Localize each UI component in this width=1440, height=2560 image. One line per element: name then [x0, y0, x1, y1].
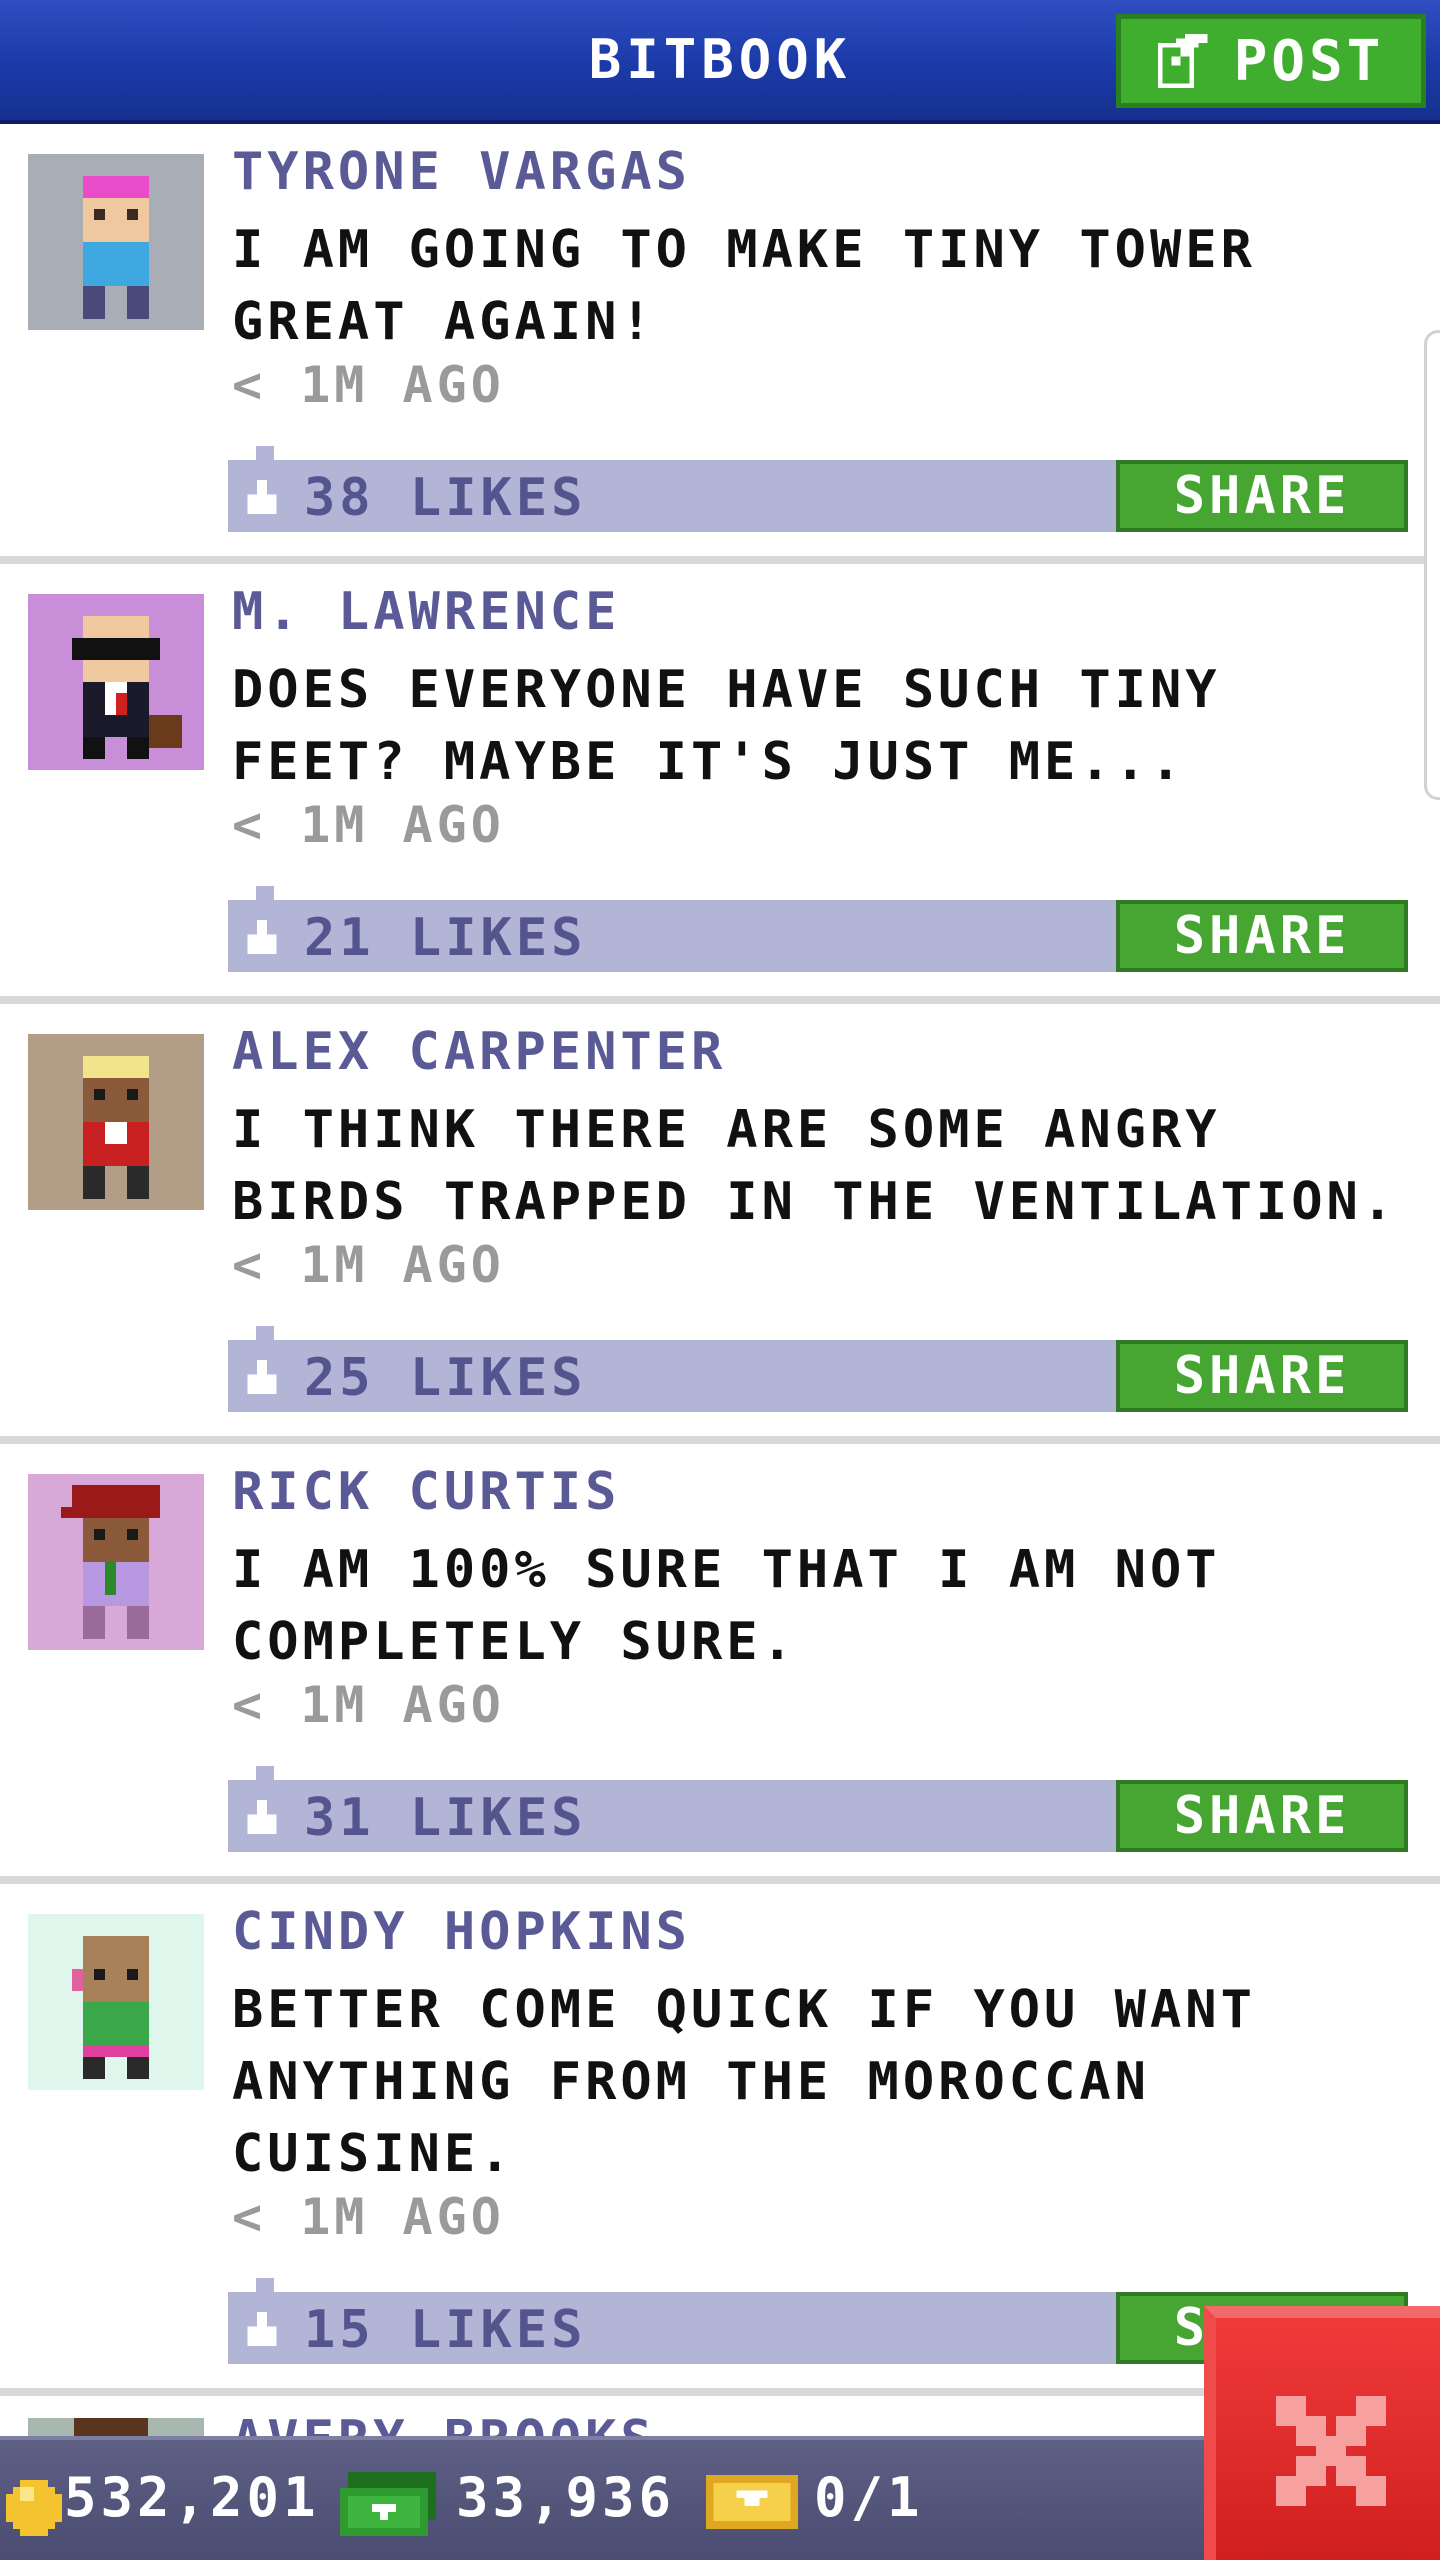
app-header: BITBOOK POST [0, 0, 1440, 124]
scroll-indicator[interactable] [1424, 330, 1440, 800]
post-edit-icon [1157, 34, 1208, 88]
avatar[interactable] [28, 154, 204, 330]
post-button[interactable]: POST [1116, 14, 1426, 108]
likes-count: 38 LIKES [304, 468, 587, 528]
cash-icon[interactable] [340, 2472, 436, 2536]
avatar-lawrence-icon [28, 594, 204, 770]
like-icon[interactable] [242, 480, 282, 514]
post-time: < 1M AGO [232, 356, 505, 414]
post-time: < 1M AGO [232, 1676, 505, 1734]
post-author[interactable]: AVERY BROOKS [232, 2410, 656, 2436]
news-feed[interactable]: TYRONE VARGAS I AM GOING TO MAKE TINY TO… [0, 124, 1440, 2434]
bux-count: 0/1 [814, 2466, 924, 2529]
like-icon[interactable] [242, 1800, 282, 1834]
likes-bar: 31 LIKES SHARE [228, 1766, 1408, 1852]
coin-icon [6, 2480, 62, 2536]
feed-post: M. LAWRENCE DOES EVERYONE HAVE SUCH TINY… [0, 564, 1440, 1004]
likes-bar: 21 LIKES SHARE [228, 886, 1408, 972]
likes-bar: 38 LIKES SHARE [228, 446, 1408, 532]
avatar[interactable] [28, 1474, 204, 1650]
like-icon[interactable] [242, 2312, 282, 2346]
post-time: < 1M AGO [232, 796, 505, 854]
share-button[interactable]: SHARE [1116, 900, 1408, 972]
post-message: DOES EVERYONE HAVE SUCH TINY FEET? MAYBE… [232, 660, 1221, 792]
share-button[interactable]: SHARE [1116, 1340, 1408, 1412]
share-button[interactable]: SHARE [1116, 1780, 1408, 1852]
close-button[interactable] [1204, 2306, 1440, 2560]
post-author[interactable]: TYRONE VARGAS [232, 142, 691, 202]
avatar-alex-icon [28, 1034, 204, 1210]
post-author[interactable]: M. LAWRENCE [232, 582, 620, 642]
share-button[interactable]: SHARE [1116, 460, 1408, 532]
avatar[interactable] [28, 594, 204, 770]
feed-post: ALEX CARPENTER I THINK THERE ARE SOME AN… [0, 1004, 1440, 1444]
post-button-label: POST [1233, 28, 1385, 94]
likes-count: 25 LIKES [304, 1348, 587, 1408]
post-message: BETTER COME QUICK IF YOU WANT ANYTHING F… [232, 1980, 1256, 2184]
avatar[interactable] [28, 2418, 204, 2436]
feed-post: TYRONE VARGAS I AM GOING TO MAKE TINY TO… [0, 124, 1440, 564]
bux-icon[interactable] [706, 2474, 798, 2530]
feed-post: RICK CURTIS I AM 100% SURE THAT I AM NOT… [0, 1444, 1440, 1884]
post-message: I AM 100% SURE THAT I AM NOT COMPLETELY … [232, 1540, 1221, 1672]
avatar[interactable] [28, 1034, 204, 1210]
post-message: I AM GOING TO MAKE TINY TOWER GREAT AGAI… [232, 220, 1256, 352]
avatar[interactable] [28, 1914, 204, 2090]
likes-bar: 25 LIKES SHARE [228, 1326, 1408, 1412]
close-icon [1276, 2396, 1386, 2506]
post-time: < 1M AGO [232, 1236, 505, 1294]
coins-count: 532,201 [64, 2466, 320, 2529]
avatar-tyrone-icon [28, 154, 204, 330]
cash-count: 33,936 [456, 2466, 676, 2529]
post-author[interactable]: RICK CURTIS [232, 1462, 620, 1522]
post-author[interactable]: CINDY HOPKINS [232, 1902, 691, 1962]
post-time: < 1M AGO [232, 2188, 505, 2246]
likes-count: 15 LIKES [304, 2300, 587, 2360]
post-message: I THINK THERE ARE SOME ANGRY BIRDS TRAPP… [232, 1100, 1398, 1232]
likes-count: 31 LIKES [304, 1788, 587, 1848]
like-icon[interactable] [242, 1360, 282, 1394]
avatar-rick-icon [28, 1474, 204, 1650]
like-icon[interactable] [242, 920, 282, 954]
likes-count: 21 LIKES [304, 908, 587, 968]
post-author[interactable]: ALEX CARPENTER [232, 1022, 726, 1082]
avatar-cindy-icon [28, 1914, 204, 2090]
